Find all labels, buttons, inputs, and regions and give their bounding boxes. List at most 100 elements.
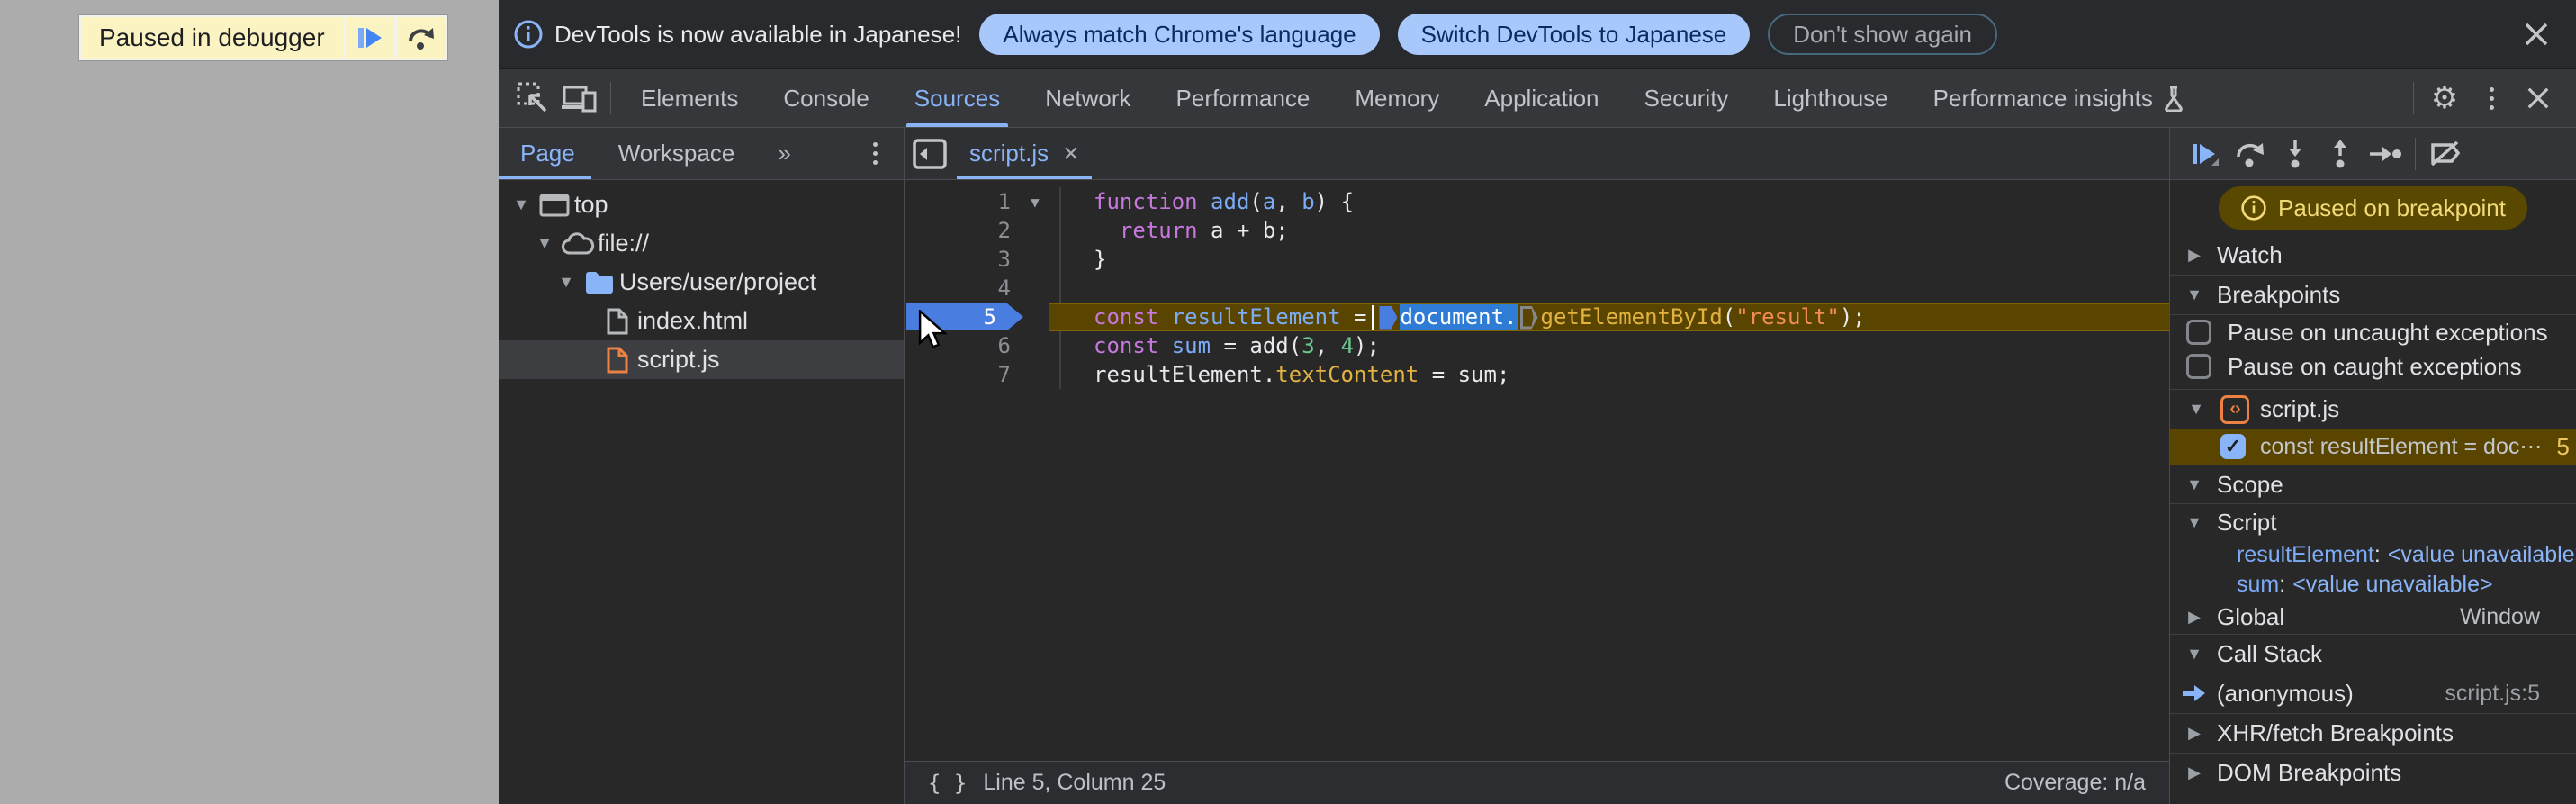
step-button[interactable] (2363, 133, 2408, 175)
tab-performance[interactable]: Performance (1154, 69, 1333, 127)
resume-script-button[interactable] (345, 17, 394, 59)
tab-page[interactable]: Page (499, 128, 597, 179)
step-over-button[interactable] (396, 17, 446, 59)
step-out-button[interactable] (2318, 133, 2363, 175)
tree-item-script-js[interactable]: script.js (499, 340, 904, 379)
chevron-down-icon[interactable]: ▼ (531, 234, 558, 253)
line-number[interactable]: 1 (905, 189, 1011, 214)
global-value: Window (2460, 603, 2540, 629)
chevron-down-icon[interactable]: ▼ (553, 273, 580, 292)
tab-label: Performance insights (1932, 84, 2153, 112)
chevron-down-icon[interactable]: ▼ (508, 195, 535, 214)
section-dom-breakpoints[interactable]: ▶ DOM Breakpoints (2170, 753, 2576, 792)
inspect-element-button[interactable] (509, 77, 556, 119)
code-line-3[interactable]: 3} (905, 245, 2169, 274)
tree-item-file[interactable]: ▼ file:// (499, 224, 904, 263)
switch-devtools-japanese-button[interactable]: Switch DevTools to Japanese (1397, 14, 1751, 55)
cloud-icon (558, 231, 598, 257)
tab-memory[interactable]: Memory (1332, 69, 1462, 127)
section-call-stack[interactable]: ▼ Call Stack (2170, 634, 2576, 673)
tab-label: Memory (1355, 84, 1440, 112)
pause-uncaught-label: Pause on uncaught exceptions (2228, 318, 2548, 346)
info-icon (513, 19, 544, 50)
info-icon (2241, 195, 2266, 221)
breakpoint-checkbox[interactable]: ✓ (2220, 434, 2246, 459)
debugger-toolbar (2170, 128, 2576, 180)
device-toolbar-button[interactable] (556, 77, 603, 119)
line-number[interactable]: 2 (905, 218, 1011, 243)
paused-on-breakpoint-badge: Paused on breakpoint (2219, 186, 2527, 230)
pause-caught-checkbox[interactable] (2186, 354, 2211, 379)
pause-caught-row[interactable]: Pause on caught exceptions (2170, 349, 2576, 384)
tabbar-right-controls: ⚙ (2406, 77, 2576, 119)
code-line-4[interactable]: 4 (905, 274, 2169, 303)
script-file-icon: ‹› (2220, 394, 2249, 424)
more-tabs-chevron[interactable]: » (756, 128, 812, 179)
breakpoint-file-group[interactable]: ▼ ‹› script.js (2170, 389, 2576, 429)
code-line-5[interactable]: 5 const resultElement = document. getElemen… (905, 303, 2169, 349)
more-options-kebab-icon[interactable] (2468, 77, 2515, 119)
section-watch[interactable]: ▶ Watch (2170, 236, 2576, 276)
chevron-right-icon: ▶ (2188, 246, 2201, 264)
inline-breakpoint-marker[interactable] (1519, 305, 1538, 330)
section-scope[interactable]: ▼ Scope (2170, 465, 2576, 504)
tab-network[interactable]: Network (1022, 69, 1153, 127)
code-line-6[interactable]: 6 const sum = add(3, 4); (905, 331, 2169, 360)
infobar-close-button[interactable] (2518, 16, 2554, 52)
scope-global-group[interactable]: ▶ Global Window (2170, 600, 2576, 634)
step-into-button[interactable] (2273, 133, 2318, 175)
breakpoint-entry[interactable]: ✓ const resultElement = doc⋯ 5 (2170, 429, 2576, 465)
tab-workspace[interactable]: Workspace (597, 128, 757, 179)
editor-tab-scriptjs[interactable]: script.js × (955, 128, 1094, 179)
line-number[interactable]: 7 (905, 362, 1011, 387)
editor-tab-close-icon[interactable]: × (1063, 140, 1079, 167)
code-area[interactable]: 1 ▼ function add(a, b) {2 return a + b; 3} 4… (905, 180, 2169, 761)
line-number[interactable]: 3 (905, 247, 1011, 272)
line-number[interactable]: 4 (905, 276, 1011, 301)
navigator-kebab-icon[interactable] (857, 142, 893, 165)
folder-icon (580, 270, 619, 295)
tab-security[interactable]: Security (1622, 69, 1752, 127)
chevron-down-icon: ▼ (2186, 512, 2202, 531)
section-breakpoints[interactable]: ▼ Breakpoints (2170, 276, 2576, 315)
active-frame-icon (2183, 683, 2206, 703)
always-match-language-button[interactable]: Always match Chrome's language (979, 14, 1380, 55)
tab-sources[interactable]: Sources (892, 69, 1022, 127)
tab-elements[interactable]: Elements (618, 69, 761, 127)
section-xhr-breakpoints[interactable]: ▶ XHR/fetch Breakpoints (2170, 713, 2576, 753)
paused-in-debugger-badge: Paused in debugger (79, 15, 447, 60)
inline-breakpoint-marker-active[interactable] (1379, 305, 1398, 330)
dont-show-again-button[interactable]: Don't show again (1768, 14, 1997, 55)
settings-gear-icon[interactable]: ⚙ (2421, 77, 2468, 119)
pause-uncaught-checkbox[interactable] (2186, 320, 2211, 345)
scope-variable-row[interactable]: resultElement: <value unavailable> (2170, 540, 2576, 570)
hide-navigator-button[interactable] (905, 138, 955, 170)
deactivate-breakpoints-button[interactable] (2423, 133, 2468, 175)
tree-item-index-html[interactable]: index.html (499, 302, 904, 340)
tab-console[interactable]: Console (761, 69, 891, 127)
tab-application[interactable]: Application (1462, 69, 1621, 127)
tab-label: Lighthouse (1773, 84, 1888, 112)
paused-message-label: Paused on breakpoint (2278, 194, 2506, 221)
pretty-print-icon[interactable]: { } (928, 771, 967, 796)
resume-button[interactable] (2183, 133, 2228, 175)
pause-uncaught-row[interactable]: Pause on uncaught exceptions (2170, 315, 2576, 349)
variable-name: sum (2237, 572, 2280, 597)
tree-item-top[interactable]: ▼ top (499, 185, 904, 224)
tab-performance-insights[interactable]: Performance insights (1911, 69, 2208, 127)
breakpoints-label: Breakpoints (2217, 281, 2341, 308)
code-line-7[interactable]: 7 resultElement.textContent = sum; (905, 360, 2169, 389)
scope-variable-row[interactable]: sum: <value unavailable> (2170, 570, 2576, 600)
step-over-button[interactable] (2228, 133, 2273, 175)
code-line-2[interactable]: 2 return a + b; (905, 216, 2169, 245)
variable-value: <value unavailable> (2387, 542, 2576, 567)
code-line-1[interactable]: 1 ▼ function add(a, b) { (905, 187, 2169, 216)
tab-lighthouse[interactable]: Lighthouse (1751, 69, 1910, 127)
devtools-close-button[interactable] (2515, 77, 2562, 119)
fold-arrow-icon[interactable]: ▼ (1011, 194, 1059, 211)
code-text: resultElement.textContent = sum; (1094, 362, 1510, 387)
scope-script-label: Script (2217, 508, 2277, 536)
scope-script-group[interactable]: ▼ Script (2170, 504, 2576, 540)
tree-item-users-user-project[interactable]: ▼ Users/user/project (499, 263, 904, 302)
call-stack-frame[interactable]: (anonymous) script.js:5 (2170, 673, 2576, 713)
